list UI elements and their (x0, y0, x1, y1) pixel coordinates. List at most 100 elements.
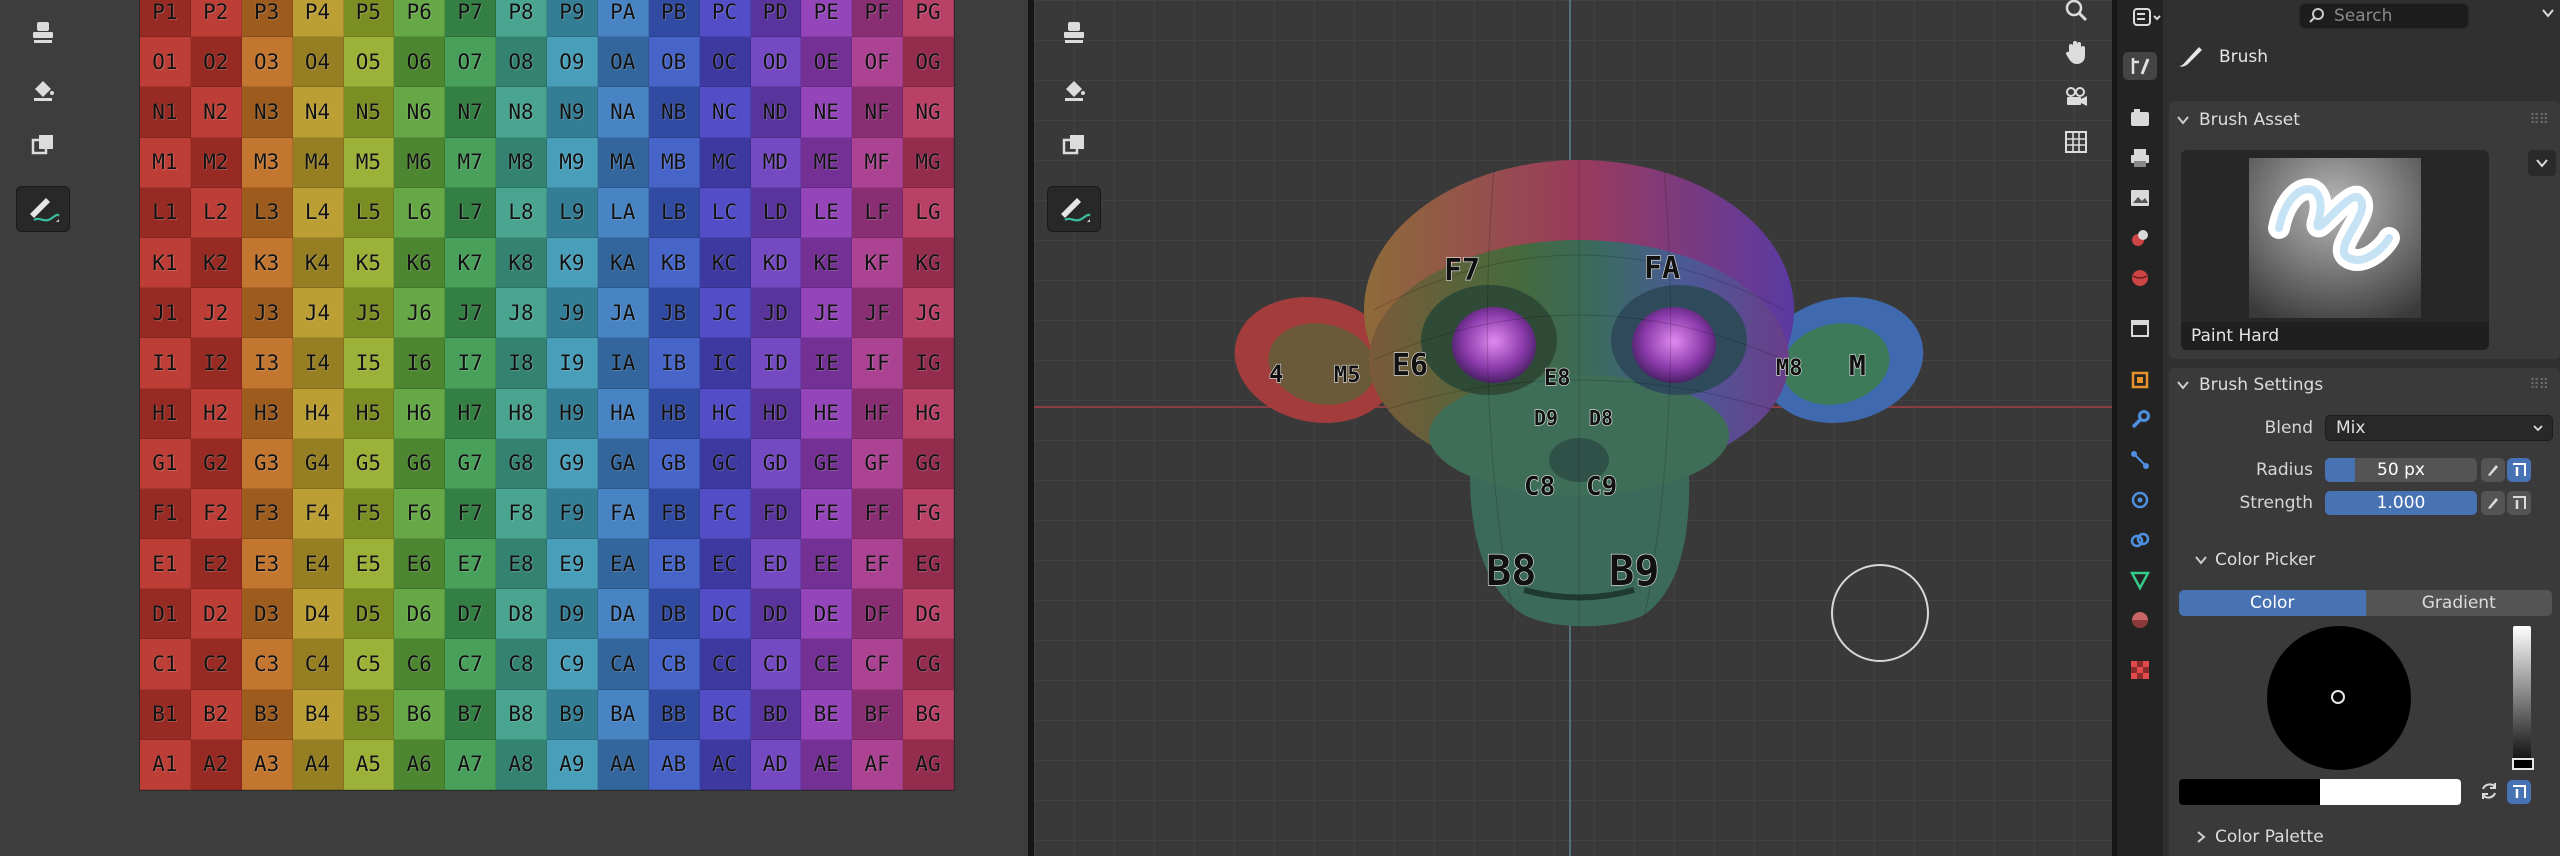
uv-grid-cell: HE (801, 388, 853, 439)
chevron-down-icon (2542, 9, 2554, 18)
tab-output[interactable] (2126, 144, 2154, 172)
tab-texture[interactable] (2126, 656, 2154, 684)
fill-tool-button[interactable] (16, 66, 70, 112)
uv-grid-cell: B1 (140, 689, 191, 740)
uv-grid-cell: PF (852, 0, 904, 38)
tab-particles[interactable] (2126, 446, 2154, 474)
uv-grid-cell: D3 (241, 589, 293, 640)
uv-grid-cell: DA (597, 589, 649, 640)
brush-asset-preview[interactable]: Paint Hard (2181, 150, 2489, 350)
radius-slider[interactable]: 50 px (2325, 458, 2477, 482)
brush-thumbnail-icon (2249, 158, 2421, 318)
brush-asset-menu-button[interactable] (2528, 150, 2556, 176)
uv-grid-cell: L4 (292, 187, 344, 238)
uv-grid-cell: F1 (140, 488, 191, 540)
clone-tool-button[interactable] (1047, 122, 1101, 168)
tab-modifiers[interactable] (2126, 406, 2154, 434)
tab-data[interactable] (2126, 566, 2154, 594)
color-swatch-primary[interactable] (2179, 779, 2320, 805)
strength-pressure-button[interactable] (2481, 491, 2505, 515)
uv-grid-cell: D5 (343, 589, 395, 640)
color-picker-header[interactable]: Color Picker (2187, 545, 2550, 575)
uv-grid-cell: KC (699, 237, 751, 289)
uv-grid-cell: H4 (292, 388, 344, 439)
uv-grid-cell: D6 (394, 589, 446, 640)
blend-dropdown[interactable]: Mix (2325, 415, 2553, 441)
uv-grid-cell: B5 (343, 689, 395, 740)
3d-viewport[interactable]: F7 FA E6 M5 4 E8 D9 D8 C8 C9 B8 B9 M8 M (1034, 0, 2112, 856)
color-mode-tabs: Color Gradient (2179, 590, 2552, 616)
uv-grid-cell: DD (750, 589, 802, 640)
uv-grid-cell: HC (699, 388, 751, 439)
section-title: Brush Asset (2199, 110, 2300, 130)
uv-grid-cell: I7 (445, 338, 497, 389)
options-dropdown-button[interactable] (2539, 4, 2557, 22)
uv-grid-cell: DF (852, 589, 904, 640)
color-palette-header[interactable]: Color Palette (2187, 822, 2550, 852)
uv-grid-cell: J7 (445, 288, 497, 339)
grid-icon (2065, 131, 2087, 153)
pan-button[interactable] (2056, 32, 2096, 72)
radius-unit-toggle[interactable] (2507, 458, 2531, 482)
tab-material[interactable] (2126, 606, 2154, 634)
brush-settings-header[interactable]: Brush Settings ⠿⠿ (2169, 370, 2550, 400)
drag-grip-icon[interactable]: ⠿⠿ (2529, 377, 2548, 393)
toggle-perspective-button[interactable] (2056, 122, 2096, 162)
uv-grid-cell: ID (750, 338, 802, 389)
uv-grid-cell: KD (750, 237, 802, 289)
radius-pressure-button[interactable] (2481, 458, 2505, 482)
uv-grid-cell: O1 (140, 37, 191, 88)
collection-box-icon (2131, 320, 2149, 337)
color-wheel[interactable] (2267, 626, 2411, 770)
uv-grid-cell: N1 (140, 87, 191, 138)
strength-slider[interactable]: 1.000 (2325, 491, 2477, 515)
uv-grid-cell: OG (903, 37, 954, 88)
uv-grid-cell: F8 (496, 488, 547, 540)
fill-bucket-icon (34, 81, 54, 101)
draw-tool-button[interactable] (16, 186, 70, 232)
tab-object[interactable] (2126, 366, 2154, 394)
uv-grid-cell: PD (750, 0, 802, 38)
uv-grid-cell: GG (903, 438, 954, 489)
uv-grid-cell: EB (648, 539, 700, 590)
drag-grip-icon[interactable]: ⠿⠿ (2529, 112, 2548, 128)
zoom-button[interactable] (2056, 0, 2096, 30)
stamp-tool-button[interactable] (1047, 10, 1101, 56)
color-wheel-cursor[interactable] (2331, 690, 2345, 704)
color-swatch-secondary[interactable] (2320, 779, 2461, 805)
tab-view-layer[interactable] (2126, 184, 2154, 212)
fill-tool-button[interactable] (1047, 66, 1101, 112)
radius-label: Radius (2255, 460, 2313, 480)
uv-grid-cell: GF (852, 438, 904, 489)
stamp-icon (1064, 22, 1084, 43)
unified-color-toggle[interactable] (2507, 780, 2531, 804)
tab-render[interactable] (2126, 104, 2154, 132)
uv-grid-cell: OA (597, 37, 649, 88)
brush-asset-header[interactable]: Brush Asset ⠿⠿ (2169, 105, 2550, 135)
camera-view-button[interactable] (2056, 76, 2096, 116)
value-slider-handle[interactable] (2512, 758, 2534, 770)
editor-type-menu[interactable] (2133, 4, 2163, 32)
properties-search[interactable] (2299, 3, 2469, 29)
search-input[interactable] (2334, 6, 2454, 26)
swap-colors-button[interactable] (2478, 780, 2500, 802)
tab-tool[interactable] (2123, 52, 2157, 80)
stamp-tool-button[interactable] (16, 10, 70, 56)
tab-constraints[interactable] (2126, 526, 2154, 554)
tab-world[interactable] (2126, 264, 2154, 292)
value-slider[interactable] (2512, 626, 2534, 770)
clone-tool-button[interactable] (16, 122, 70, 168)
strength-curve-button[interactable] (2507, 491, 2531, 515)
draw-tool-button[interactable] (1047, 186, 1101, 232)
uv-grid-cell: C7 (445, 639, 497, 690)
uv-grid-cell: AG (903, 739, 954, 790)
tab-collection[interactable] (2126, 314, 2154, 342)
uv-grid-cell: L8 (496, 187, 547, 238)
tab-physics[interactable] (2126, 486, 2154, 514)
tab-color[interactable]: Color (2179, 590, 2366, 616)
monkey-label: F7 (1444, 253, 1480, 288)
tab-gradient[interactable]: Gradient (2365, 590, 2552, 616)
uv-grid-cell: NA (597, 87, 649, 138)
uv-grid-cell: HG (903, 388, 954, 439)
tab-scene[interactable] (2126, 224, 2154, 252)
